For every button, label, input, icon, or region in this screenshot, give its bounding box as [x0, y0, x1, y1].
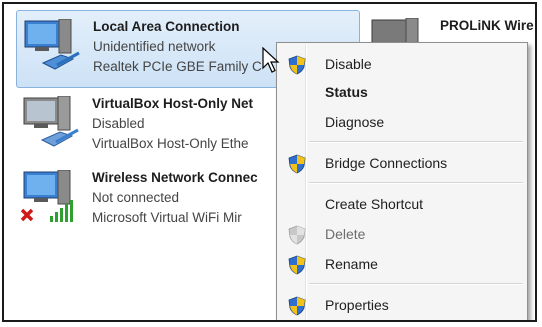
menu-item-bridge[interactable]: Bridge Connections	[279, 150, 525, 178]
shield-icon	[288, 154, 306, 174]
connection-status: Not connected	[92, 190, 180, 205]
menu-item-diagnose[interactable]: Diagnose	[279, 109, 525, 137]
menu-item-label: Delete	[325, 226, 366, 242]
context-menu: Disable Status Diagnose Bridge Connectio…	[276, 42, 528, 320]
connection-name: Wireless Network Connec	[92, 170, 258, 185]
connection-adapter: VirtualBox Host-Only Ethe	[92, 136, 249, 151]
menu-separator	[309, 283, 523, 285]
connection-name: PROLiNK Wire	[440, 18, 534, 33]
menu-item-label: Properties	[325, 297, 389, 313]
menu-item-label: Bridge Connections	[325, 155, 448, 171]
connection-adapter: Realtek PCIe GBE Family C	[93, 59, 262, 74]
shield-icon	[288, 55, 306, 75]
menu-item-properties[interactable]: Properties	[279, 292, 525, 320]
menu-item-delete: Delete	[279, 221, 525, 249]
connection-virtualbox[interactable]: VirtualBox Host-Only Net Disabled Virtua…	[16, 90, 276, 156]
connection-name: VirtualBox Host-Only Net	[92, 96, 254, 111]
menu-separator	[309, 182, 523, 184]
shield-icon	[288, 255, 306, 275]
wired-network-icon	[23, 96, 79, 147]
wireless-network-icon	[20, 170, 73, 222]
connection-adapter: Microsoft Virtual WiFi Mir	[92, 210, 242, 225]
menu-item-disable[interactable]: Disable	[279, 51, 525, 79]
shield-icon	[288, 296, 306, 316]
menu-item-label: Create Shortcut	[325, 196, 424, 212]
menu-item-label: Status	[325, 84, 368, 100]
menu-item-create-shortcut[interactable]: Create Shortcut	[279, 191, 525, 219]
connection-status: Unidentified network	[93, 39, 216, 54]
network-connections-panel: Local Area Connection Unidentified netwo…	[2, 2, 537, 322]
connection-name: Local Area Connection	[93, 19, 240, 34]
menu-item-label: Rename	[325, 256, 378, 272]
connection-wireless[interactable]: Wireless Network Connec Not connected Mi…	[16, 164, 276, 230]
connection-status: Disabled	[92, 116, 145, 131]
menu-item-status[interactable]: Status	[279, 79, 525, 107]
menu-separator	[309, 141, 523, 143]
mouse-cursor-icon	[262, 46, 280, 73]
shield-icon	[288, 225, 306, 245]
menu-item-label: Diagnose	[325, 114, 385, 130]
menu-item-rename[interactable]: Rename	[279, 251, 525, 279]
menu-item-label: Disable	[325, 56, 372, 72]
wired-network-icon	[24, 19, 80, 70]
